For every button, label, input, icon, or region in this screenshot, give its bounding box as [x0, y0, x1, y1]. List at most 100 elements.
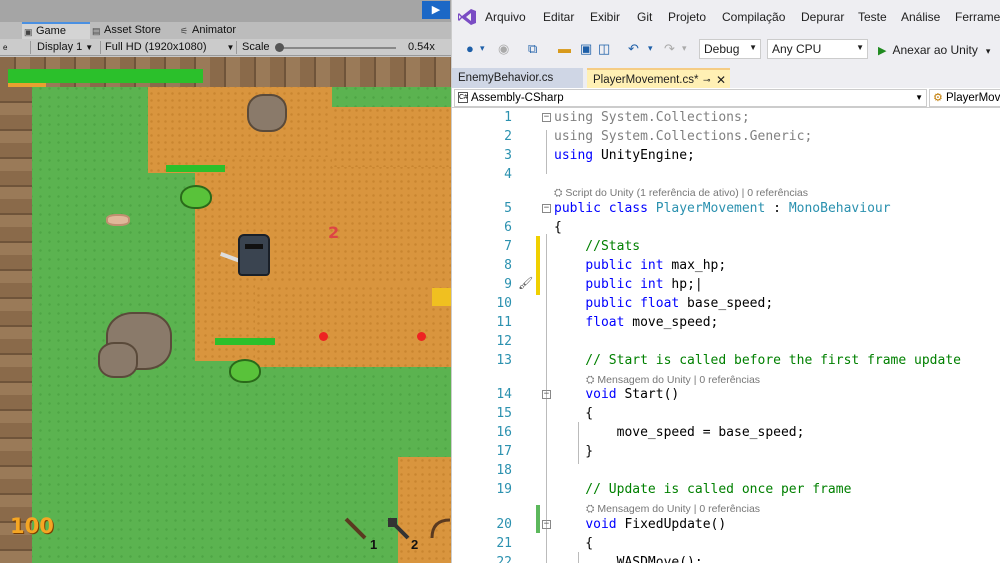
boulder	[98, 342, 138, 378]
sand-area	[398, 457, 451, 563]
menu-compilacao[interactable]: Compilação	[722, 10, 785, 24]
line-number: 1	[504, 110, 512, 125]
code-text: //Stats	[554, 239, 641, 254]
new-project-icon[interactable]: ⧉	[528, 41, 537, 57]
line-number: 20	[496, 517, 512, 532]
code-text: void FixedUpdate()	[585, 517, 727, 532]
code-text: public int max_hp;	[585, 258, 727, 273]
enemy-health-bar	[166, 165, 225, 172]
save-icon[interactable]: ▣	[580, 41, 592, 57]
menu-arquivo[interactable]: Arquivo	[485, 10, 526, 24]
animator-icon: ⚟	[180, 26, 189, 36]
menu-exibir[interactable]: Exibir	[590, 10, 620, 24]
code-line: 3 using UnityEngine;	[452, 146, 1000, 165]
code-line: 18	[452, 461, 1000, 480]
unity-editor: ▶ ▣ Game ▤ Asset Store ⚟ Animator e Disp…	[0, 0, 451, 563]
configuration-select[interactable]: Debug ▼	[699, 39, 761, 59]
visual-studio-logo-icon	[458, 9, 476, 25]
resolution-dropdown[interactable]: Full HD (1920x1080) ▼	[105, 39, 234, 56]
code-line: 12	[452, 332, 1000, 351]
tab-asset-store[interactable]: ▤ Asset Store	[90, 22, 176, 39]
menu-editar[interactable]: Editar	[543, 10, 574, 24]
scale-value: 0.54x	[408, 41, 435, 53]
code-line: 11 float move_speed;	[452, 313, 1000, 332]
scale-slider-handle[interactable]	[275, 43, 284, 52]
coin	[432, 288, 451, 306]
unity-tab-bar: ▣ Game ▤ Asset Store ⚟ Animator	[0, 22, 451, 39]
menu-teste[interactable]: Teste	[858, 10, 887, 24]
chevron-down-icon[interactable]: ▾	[648, 43, 653, 54]
line-number: 5	[504, 201, 512, 216]
line-number: 9	[504, 277, 512, 292]
code-text: using System.Collections.Generic;	[554, 129, 813, 144]
knight-visor	[245, 244, 263, 249]
configuration-value: Debug	[704, 42, 740, 56]
code-text: using System.Collections;	[554, 110, 750, 125]
game-view[interactable]: 2 100 1 2	[0, 57, 451, 563]
line-number: 21	[496, 536, 512, 551]
code-text: public int hp;|	[585, 277, 703, 292]
attach-to-unity-button[interactable]: ▶ Anexar ao Unity ▾	[878, 43, 990, 57]
player-health-bar	[8, 69, 203, 83]
chevron-down-icon: ▼	[85, 43, 94, 52]
close-icon[interactable]: ✕	[716, 70, 726, 90]
tab-game[interactable]: ▣ Game	[22, 22, 90, 39]
platform-select[interactable]: Any CPU ▼	[767, 39, 868, 59]
tab-animator[interactable]: ⚟ Animator	[178, 22, 258, 39]
menu-git[interactable]: Git	[637, 10, 652, 24]
save-all-icon[interactable]: ◫	[598, 41, 610, 57]
menu-analise[interactable]: Análise	[901, 10, 940, 24]
code-text: }	[554, 444, 594, 459]
hp-counter: 100	[10, 514, 54, 538]
menu-projeto[interactable]: Projeto	[668, 10, 706, 24]
toolbar-divider	[236, 41, 237, 54]
tab-enemybehavior[interactable]: EnemyBehavior.cs	[452, 68, 583, 88]
line-number: 19	[496, 482, 512, 497]
forward-icon[interactable]: ◉	[498, 41, 509, 57]
code-editor[interactable]: 🖌 − − − − 1 using System.Collections; 2 us…	[452, 108, 1000, 563]
slime-enemy	[229, 359, 261, 383]
code-text: {	[554, 406, 594, 421]
bones	[106, 214, 130, 226]
tab-playermovement[interactable]: PlayerMovement.cs* ⊸ ✕	[587, 68, 730, 88]
class-icon: ⚙	[933, 92, 943, 104]
line-number: 2	[504, 129, 512, 144]
open-folder-icon[interactable]: ▬	[558, 41, 571, 56]
redo-icon[interactable]: ↷	[664, 41, 675, 57]
menu-ferramentas[interactable]: Ferramen	[955, 10, 1000, 24]
code-line: 21 {	[452, 534, 1000, 553]
asset-store-icon: ▤	[92, 26, 101, 36]
menu-depurar[interactable]: Depurar	[801, 10, 844, 24]
aspect-dropdown[interactable]: e	[0, 39, 7, 56]
pin-icon[interactable]: ⊸	[703, 70, 711, 90]
code-line: 4	[452, 165, 1000, 184]
line-number: 11	[496, 315, 512, 330]
type-dropdown[interactable]: ⚙ PlayerMovement	[929, 89, 1000, 107]
codelens-references[interactable]: ⛭ Mensagem do Unity | 0 referências	[586, 502, 760, 516]
display-dropdown[interactable]: Display 1 ▼	[37, 39, 93, 56]
code-line: 2 using System.Collections.Generic;	[452, 127, 1000, 146]
scale-slider-track[interactable]	[278, 47, 396, 49]
tab-game-label: Game	[36, 25, 66, 37]
undo-icon[interactable]: ↶	[628, 41, 639, 57]
project-name: Assembly-CSharp	[471, 92, 564, 104]
project-dropdown[interactable]: C# Assembly-CSharp ▼	[454, 89, 927, 107]
platform-value: Any CPU	[772, 42, 822, 56]
line-number: 14	[496, 387, 512, 402]
code-line: 16 move_speed = base_speed;	[452, 423, 1000, 442]
codelens-references[interactable]: ⛭ Script do Unity (1 referência de ativo)…	[554, 186, 808, 200]
codelens-text: Script do Unity (1 referência de ativo) …	[565, 187, 808, 199]
play-button[interactable]: ▶	[422, 1, 450, 19]
code-line: 15 {	[452, 404, 1000, 423]
damage-popup: 2	[328, 223, 340, 242]
chevron-down-icon: ▼	[749, 43, 757, 52]
chevron-down-icon[interactable]: ▾	[480, 43, 485, 54]
code-line: 20 void FixedUpdate()	[452, 515, 1000, 534]
back-icon[interactable]: ●	[466, 41, 474, 56]
code-text: void Start()	[585, 387, 680, 402]
code-text: public float base_speed;	[585, 296, 774, 311]
navigation-bar: C# Assembly-CSharp ▼ ⚙ PlayerMovement	[452, 88, 1000, 108]
chevron-down-icon[interactable]: ▾	[682, 43, 687, 54]
type-name: PlayerMovement	[946, 92, 1000, 104]
code-text: WASDMove();	[554, 555, 703, 563]
